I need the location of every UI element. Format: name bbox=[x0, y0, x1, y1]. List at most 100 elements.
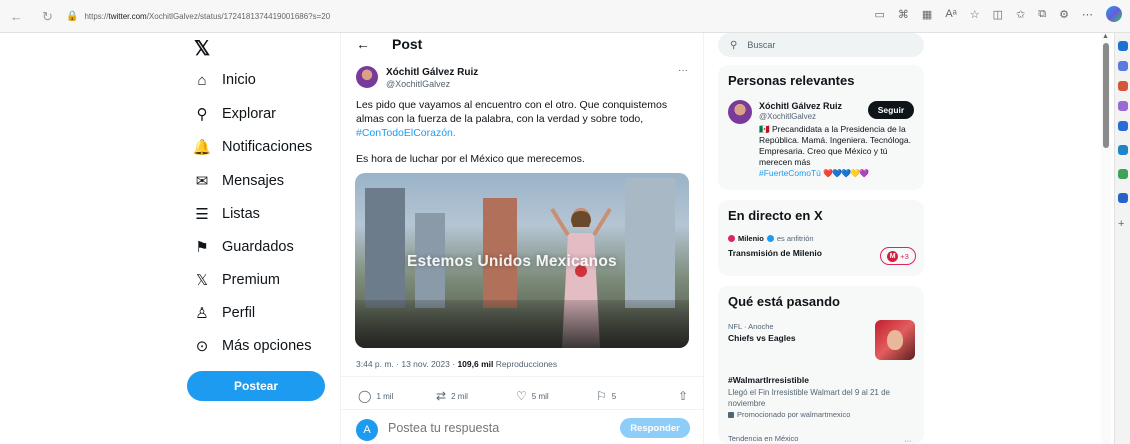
follow-button[interactable]: Seguir bbox=[868, 101, 914, 119]
trend-title[interactable]: Chiefs vs Eagles bbox=[728, 333, 796, 343]
building-shape bbox=[365, 188, 405, 308]
read-aloud-icon[interactable]: Aᵃ bbox=[945, 8, 956, 22]
copilot-icon[interactable] bbox=[1106, 6, 1122, 22]
nav-item-notificaciones[interactable]: 🔔 Notificaciones bbox=[192, 136, 313, 158]
bio-hashtag[interactable]: #FuerteComoTú bbox=[759, 168, 821, 178]
x-logo-icon[interactable]: 𝕏 bbox=[194, 36, 210, 61]
nav-item-inicio[interactable]: ⌂ Inicio bbox=[194, 69, 256, 91]
like-count: 5 mil bbox=[531, 391, 549, 401]
menu-dots-icon[interactable]: ⋯ bbox=[1082, 8, 1093, 22]
trend-context: Tendencia en México bbox=[728, 434, 799, 443]
search-placeholder: Buscar bbox=[747, 40, 776, 50]
relevant-bio: 🇲🇽 Precandidata a la Presidencia de la R… bbox=[759, 124, 919, 179]
refresh-icon[interactable]: ↻ bbox=[42, 9, 53, 25]
nav-item-premium[interactable]: 𝕏 Premium bbox=[194, 269, 280, 291]
view-count: 109,6 mil bbox=[457, 359, 494, 369]
post-button[interactable]: Postear bbox=[187, 371, 325, 401]
user-avatar[interactable]: A bbox=[356, 419, 378, 441]
relevant-handle[interactable]: @XochitlGalvez bbox=[759, 112, 816, 121]
trend-title[interactable]: #WalmartIrresistible bbox=[728, 375, 809, 385]
nav-item-label: Listas bbox=[222, 206, 260, 222]
tools-icon[interactable] bbox=[1118, 101, 1128, 111]
back-arrow-icon[interactable]: ← bbox=[10, 9, 23, 24]
browser-sidebar: + bbox=[1114, 33, 1130, 444]
outlook-icon[interactable] bbox=[1118, 169, 1128, 179]
nav-item-label: Mensajes bbox=[222, 173, 285, 189]
grid-icon[interactable]: ▦ bbox=[922, 8, 932, 22]
author-handle[interactable]: @XochitlGalvez bbox=[386, 79, 450, 89]
relevant-avatar[interactable] bbox=[728, 100, 752, 124]
author-avatar[interactable] bbox=[356, 66, 378, 88]
favorites-icon[interactable]: ✩ bbox=[1016, 8, 1025, 22]
page-scrollbar[interactable]: ▲ bbox=[1101, 33, 1111, 444]
reply-input[interactable] bbox=[388, 421, 608, 435]
url-path: /XochitlGalvez/status/172418137441900168… bbox=[146, 12, 331, 21]
live-show-title[interactable]: Transmisión de Milenio bbox=[728, 248, 822, 258]
nav-item-label: Más opciones bbox=[222, 338, 312, 354]
back-icon[interactable]: ← bbox=[356, 36, 370, 52]
nav-item-label: Guardados bbox=[222, 239, 294, 255]
bell-icon: 🔔 bbox=[192, 139, 212, 156]
tweet-text-second: Es hora de luchar por el México que mere… bbox=[356, 153, 585, 165]
reply-button[interactable]: ◯ 1 mil bbox=[358, 389, 436, 403]
favorite-star-icon[interactable]: ☆ bbox=[970, 8, 980, 22]
relevant-name[interactable]: Xóchitl Gálvez Ruiz bbox=[759, 101, 842, 111]
list-icon: ☰ bbox=[195, 206, 209, 223]
milenio-logo-icon bbox=[728, 235, 735, 242]
post-timestamp[interactable]: 3:44 p. m. · 13 nov. 2023 · bbox=[356, 359, 457, 369]
author-name[interactable]: Xóchitl Gálvez Ruiz bbox=[386, 67, 478, 78]
address-bar[interactable]: 🔒 https://twitter.com/XochitlGalvez/stat… bbox=[66, 6, 846, 27]
search-input[interactable]: ⚲ Buscar bbox=[718, 33, 924, 57]
screen-icon[interactable]: ▭ bbox=[875, 8, 885, 22]
trend-more-icon[interactable]: ··· bbox=[904, 436, 912, 444]
search-sidebar-icon[interactable] bbox=[1118, 41, 1128, 51]
host-name: Milenio bbox=[738, 234, 764, 243]
trends-title: Qué está pasando bbox=[728, 294, 840, 309]
relevant-people-card: Personas relevantes Xóchitl Gálvez Ruiz … bbox=[718, 65, 924, 190]
split-screen-icon[interactable]: ◫ bbox=[993, 8, 1003, 22]
reply-count: 1 mil bbox=[376, 391, 394, 401]
nav-item-label: Inicio bbox=[222, 72, 256, 88]
reply-submit-button[interactable]: Responder bbox=[620, 418, 690, 438]
repost-count: 2 mil bbox=[451, 391, 468, 401]
office-icon[interactable] bbox=[1118, 145, 1128, 155]
nav-item-label: Premium bbox=[222, 272, 281, 288]
verified-icon bbox=[766, 235, 774, 242]
nav-item-guardados[interactable]: ⚑ Guardados bbox=[194, 236, 294, 258]
bookmark-button[interactable]: ⚐ 5 bbox=[596, 389, 678, 403]
scroll-up-icon[interactable]: ▲ bbox=[1102, 33, 1109, 40]
person-icon: ♙ bbox=[195, 305, 209, 322]
home-icon: ⌂ bbox=[197, 71, 207, 89]
nav-item-perfil[interactable]: ♙ Perfil bbox=[194, 302, 255, 324]
nav-item-mensajes[interactable]: ✉ Mensajes bbox=[194, 170, 284, 192]
page-title: Post bbox=[392, 36, 423, 52]
games-icon[interactable] bbox=[1118, 121, 1128, 131]
bio-text: 🇲🇽 Precandidata a la Presidencia de la R… bbox=[759, 124, 911, 167]
share-button[interactable]: ⇧ bbox=[678, 389, 688, 403]
browser-toolbar: ← ↻ 🔒 https://twitter.com/XochitlGalvez/… bbox=[0, 0, 1130, 33]
extensions-icon[interactable]: ⚙ bbox=[1059, 8, 1069, 22]
apps-icon[interactable]: ⌘ bbox=[898, 8, 909, 22]
heart-icon: ♡ bbox=[516, 389, 527, 403]
search-icon: ⚲ bbox=[196, 106, 208, 123]
search-icon: ⚲ bbox=[730, 39, 738, 51]
nav-item-más-opciones[interactable]: ⊙ Más opciones bbox=[194, 335, 312, 357]
collections-icon[interactable]: ⧉ bbox=[1038, 8, 1046, 22]
tweet-image[interactable]: Estemos Unidos Mexicanos bbox=[355, 173, 689, 348]
add-sidebar-icon[interactable]: + bbox=[1118, 219, 1128, 230]
scrollbar-thumb[interactable] bbox=[1103, 43, 1109, 148]
sidebar-app-icon-2[interactable] bbox=[1118, 193, 1128, 203]
nav-item-listas[interactable]: ☰ Listas bbox=[194, 203, 260, 225]
like-button[interactable]: ♡ 5 mil bbox=[516, 389, 596, 403]
trends-card: Qué está pasando NFL · Anoche Chiefs vs … bbox=[718, 286, 924, 444]
center-left-border bbox=[340, 33, 341, 444]
more-options-icon[interactable]: ··· bbox=[678, 65, 688, 76]
sidebar-app-icon[interactable] bbox=[1118, 61, 1128, 71]
live-host[interactable]: Milenio es anfitrión bbox=[728, 234, 814, 243]
repost-button[interactable]: ⇄ 2 mil bbox=[436, 389, 516, 403]
trend-thumbnail[interactable] bbox=[875, 320, 915, 360]
live-badge[interactable]: M +3 bbox=[880, 247, 916, 265]
shopping-icon[interactable] bbox=[1118, 81, 1128, 91]
nav-item-explorar[interactable]: ⚲ Explorar bbox=[194, 103, 277, 125]
tweet-hashtag[interactable]: #ConTodoElCorazón. bbox=[356, 127, 456, 139]
